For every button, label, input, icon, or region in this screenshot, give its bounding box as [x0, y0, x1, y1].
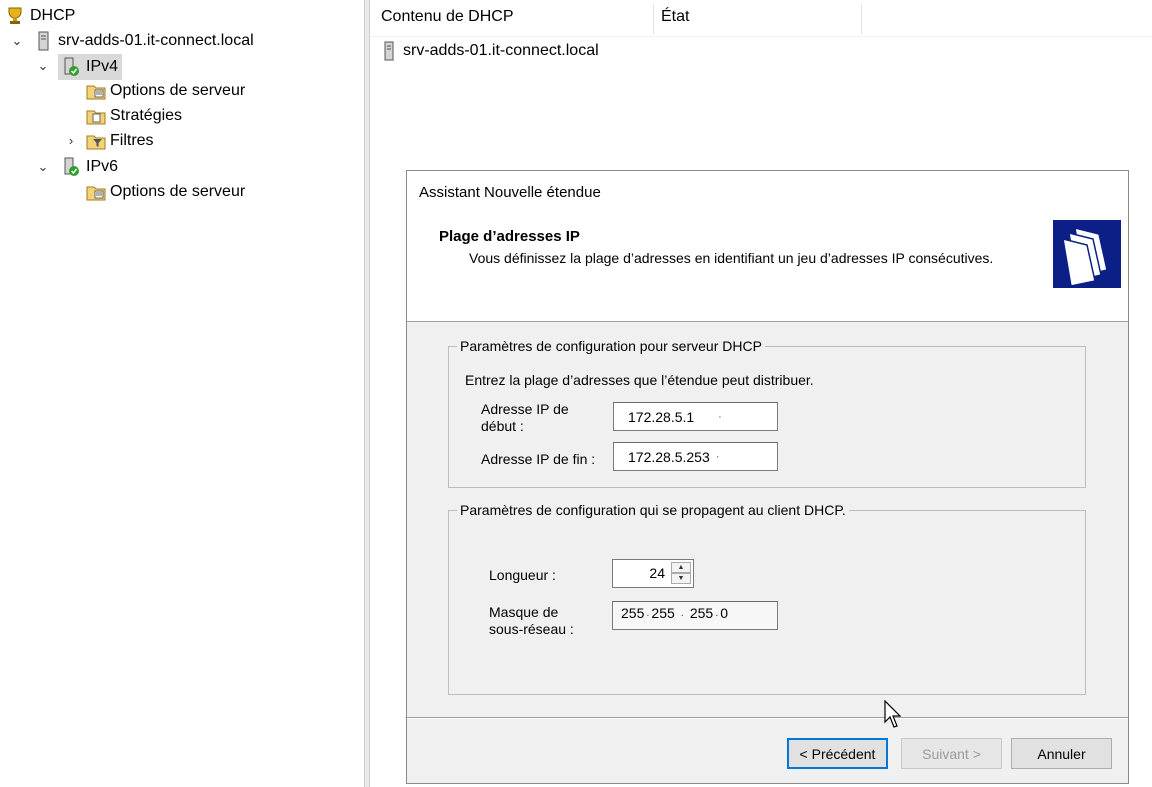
octet-separator: . — [715, 607, 719, 619]
wizard-footer-separator — [407, 717, 1128, 719]
start-ip-label-line2: début : — [481, 418, 524, 434]
back-button[interactable]: < Précédent — [787, 738, 888, 769]
new-scope-wizard: Assistant Nouvelle étendue Plage d’adres… — [406, 170, 1129, 784]
tree-label-dhcp: DHCP — [30, 7, 76, 24]
chevron-down-icon[interactable]: ⌄ — [36, 160, 50, 174]
subnet-mask-label: Masque de sous-réseau : — [489, 604, 574, 638]
tree-item-ipv6-options[interactable]: Options de serveur — [86, 180, 245, 204]
subnet-mask-label-line1: Masque de — [489, 604, 559, 620]
tree-label: Stratégies — [110, 107, 183, 124]
octet-separator: · — [718, 410, 722, 423]
folders-icon — [1053, 220, 1121, 288]
group-legend: Paramètres de configuration pour serveur… — [460, 338, 762, 354]
mouse-pointer-icon — [884, 699, 904, 735]
prefix-length-value: 24 — [649, 565, 665, 581]
server-icon — [34, 31, 52, 51]
next-button[interactable]: Suivant > — [901, 738, 1002, 769]
page-heading: Plage d’adresses IP — [439, 228, 580, 245]
start-ip-label: Adresse IP de début : — [481, 401, 569, 435]
pane-splitter[interactable] — [364, 0, 370, 787]
chevron-down-icon[interactable]: ⌄ — [36, 59, 50, 73]
column-header: Contenu de DHCP État — [371, 0, 1152, 37]
octet-separator: · — [715, 450, 720, 463]
mask-octet: 255 — [621, 605, 645, 621]
start-ip-field[interactable]: 172.28.5.1 · — [613, 402, 778, 431]
cancel-button[interactable]: Annuler — [1011, 738, 1112, 769]
column-header-content[interactable]: Contenu de DHCP — [381, 8, 514, 26]
chevron-down-icon[interactable]: ⌄ — [10, 34, 24, 48]
end-ip-field[interactable]: 172.28.5.253 · — [613, 442, 778, 471]
column-divider[interactable] — [653, 4, 654, 34]
list-item-label: srv-adds-01.it-connect.local — [403, 42, 599, 59]
subnet-mask-field[interactable]: 255 . 255 . 255 . 0 — [612, 601, 778, 630]
start-ip-value: 172.28.5.1 — [628, 408, 695, 425]
stepper-down-icon[interactable]: ▼ — [671, 573, 691, 584]
filter-icon — [86, 131, 106, 151]
server-icon — [381, 41, 399, 61]
tree-item-ipv4-strategies[interactable]: Stratégies — [86, 104, 182, 128]
list-item[interactable]: srv-adds-01.it-connect.local — [381, 40, 599, 62]
tree-item-ipv4[interactable]: IPv4 — [58, 54, 123, 80]
prefix-length-stepper[interactable]: 24 ▲ ▼ — [612, 559, 694, 588]
chevron-right-icon[interactable]: › — [64, 134, 78, 148]
range-instruction: Entrez la plage d’adresses que l’étendue… — [465, 372, 814, 388]
tree-label-server: srv-adds-01.it-connect.local — [58, 32, 254, 49]
subnet-mask-label-line2: sous-réseau : — [489, 621, 574, 637]
tree-label: Options de serveur — [110, 183, 246, 200]
server-options-icon — [86, 81, 106, 101]
tree-label: Filtres — [110, 132, 154, 149]
mask-octet: 255 — [689, 605, 714, 621]
stepper-arrows: ▲ ▼ — [671, 562, 691, 585]
octet-separator: . — [646, 607, 650, 619]
wizard-title: Assistant Nouvelle étendue — [419, 184, 601, 201]
mask-octet: 255 — [651, 605, 675, 621]
ipv4-server-icon — [62, 57, 80, 77]
tree-label-ipv4: IPv4 — [86, 58, 119, 75]
tree-item-dhcp[interactable]: DHCP — [6, 4, 75, 28]
end-ip-value: 172.28.5.253 — [628, 448, 710, 465]
tree-label: Options de serveur — [110, 82, 246, 99]
group-legend: Paramètres de configuration qui se propa… — [460, 502, 846, 518]
mask-octet: 0 — [720, 605, 729, 621]
tree-item-ipv6[interactable]: IPv6 — [62, 155, 118, 179]
tree-item-server[interactable]: srv-adds-01.it-connect.local — [34, 29, 254, 53]
tree-label-ipv6: IPv6 — [86, 158, 119, 175]
strategies-icon — [86, 106, 106, 126]
client-config-group: Paramètres de configuration qui se propa… — [448, 502, 1086, 695]
column-divider[interactable] — [861, 4, 862, 34]
length-label: Longueur : — [489, 567, 556, 583]
octet-separator: . — [680, 607, 684, 619]
stepper-up-icon[interactable]: ▲ — [671, 562, 691, 573]
end-ip-label: Adresse IP de fin : — [481, 451, 596, 467]
tree-item-ipv4-filters[interactable]: Filtres — [86, 129, 154, 153]
page-subheading: Vous définissez la plage d’adresses en i… — [469, 250, 994, 266]
dhcp-trophy-icon — [6, 6, 24, 26]
navigation-tree: DHCP ⌄ srv-adds-01.it-connect.local ⌄ IP… — [0, 0, 365, 787]
start-ip-label-line1: Adresse IP de — [481, 401, 569, 417]
server-options-icon — [86, 182, 106, 202]
wizard-header: Assistant Nouvelle étendue Plage d’adres… — [407, 171, 1128, 322]
ipv6-server-icon — [62, 157, 80, 177]
tree-item-ipv4-options[interactable]: Options de serveur — [86, 79, 245, 103]
column-header-state[interactable]: État — [661, 8, 689, 26]
